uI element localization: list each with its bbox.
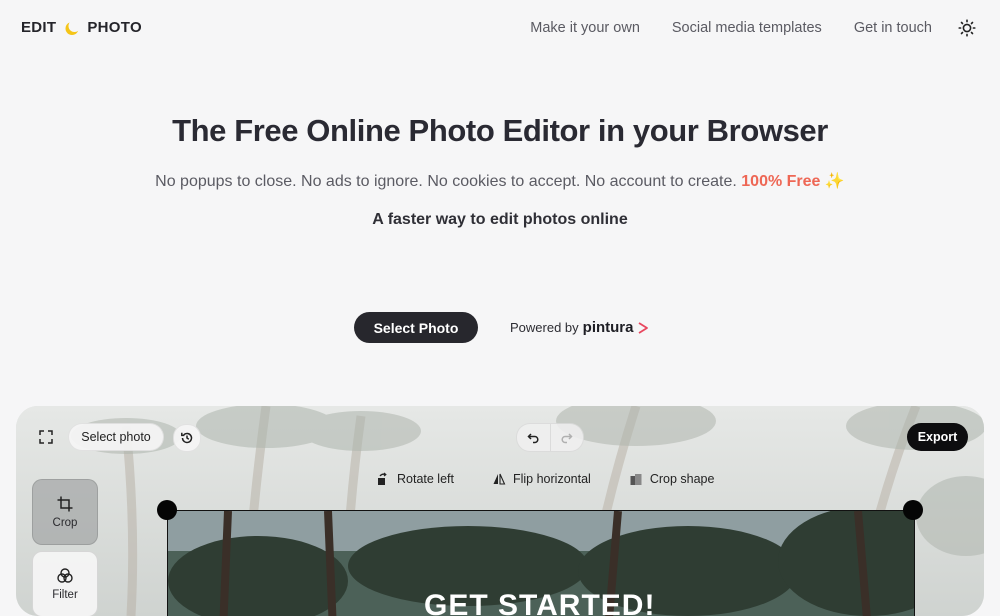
crop-shape-icon: [630, 474, 642, 485]
crop-shape-label: Crop shape: [649, 472, 715, 486]
powered-by[interactable]: Powered by pintura: [510, 319, 650, 336]
nav-social-media-templates[interactable]: Social media templates: [672, 20, 822, 36]
select-photo-button[interactable]: Select Photo: [354, 312, 478, 343]
flip-horizontal-icon: [493, 473, 506, 485]
main-nav: Make it your own Social media templates …: [530, 20, 932, 36]
tool-filter[interactable]: Filter: [32, 551, 98, 616]
hero-tagline: A faster way to edit photos online: [372, 211, 628, 228]
logo-sun-icon: [65, 19, 81, 35]
pintura-logo-icon: [638, 321, 648, 334]
flip-horizontal-label: Flip horizontal: [512, 472, 591, 486]
free-badge: 100% Free: [741, 173, 821, 190]
history-icon[interactable]: [173, 424, 201, 452]
export-button[interactable]: Export: [907, 423, 968, 451]
sun-icon[interactable]: [958, 19, 976, 37]
select-photo-pill[interactable]: Select photo: [68, 423, 164, 451]
photo-editor: Select photo Export Crop Filter Rotate l…: [16, 406, 984, 616]
nav-get-in-touch[interactable]: Get in touch: [854, 20, 932, 36]
flip-horizontal-button[interactable]: Flip horizontal: [492, 472, 591, 486]
image-overlay-text: GET STARTED!: [424, 589, 656, 616]
rotate-left-button[interactable]: Rotate left: [376, 472, 454, 486]
logo-text-photo: PHOTO: [87, 19, 142, 36]
rotate-left-label: Rotate left: [397, 472, 454, 486]
site-logo[interactable]: EDIT PHOTO: [21, 19, 142, 36]
crop-handle-top-left[interactable]: [157, 500, 177, 520]
crop-canvas[interactable]: GET STARTED!: [167, 510, 915, 616]
hero-subtitle-text: No popups to close. No ads to ignore. No…: [155, 173, 737, 190]
tool-crop[interactable]: Crop: [32, 479, 98, 545]
hero-subtitle: No popups to close. No ads to ignore. No…: [0, 171, 1000, 191]
powered-by-label: Powered by: [510, 320, 579, 335]
page-title: The Free Online Photo Editor in your Bro…: [172, 113, 828, 148]
site-header: EDIT PHOTO Make it your own Social media…: [0, 0, 1000, 58]
crop-icon: [57, 496, 73, 512]
filter-icon: [57, 568, 73, 583]
crop-shape-button[interactable]: Crop shape: [629, 472, 715, 486]
rotate-left-icon: [378, 472, 387, 485]
nav-make-it-your-own[interactable]: Make it your own: [530, 20, 640, 36]
crop-subtools: Rotate left Flip horizontal Crop shape: [376, 472, 714, 486]
fullscreen-icon[interactable]: [33, 424, 59, 450]
crop-handle-top-right[interactable]: [903, 500, 923, 520]
undo-icon[interactable]: [517, 424, 550, 451]
tool-filter-label: Filter: [52, 589, 78, 601]
tool-crop-label: Crop: [52, 517, 78, 529]
undo-redo-group: [516, 423, 584, 452]
redo-icon[interactable]: [549, 424, 584, 451]
sparkle-icon: ✨: [824, 173, 845, 190]
pintura-brand: pintura: [582, 319, 634, 336]
logo-text-edit: EDIT: [21, 19, 57, 36]
